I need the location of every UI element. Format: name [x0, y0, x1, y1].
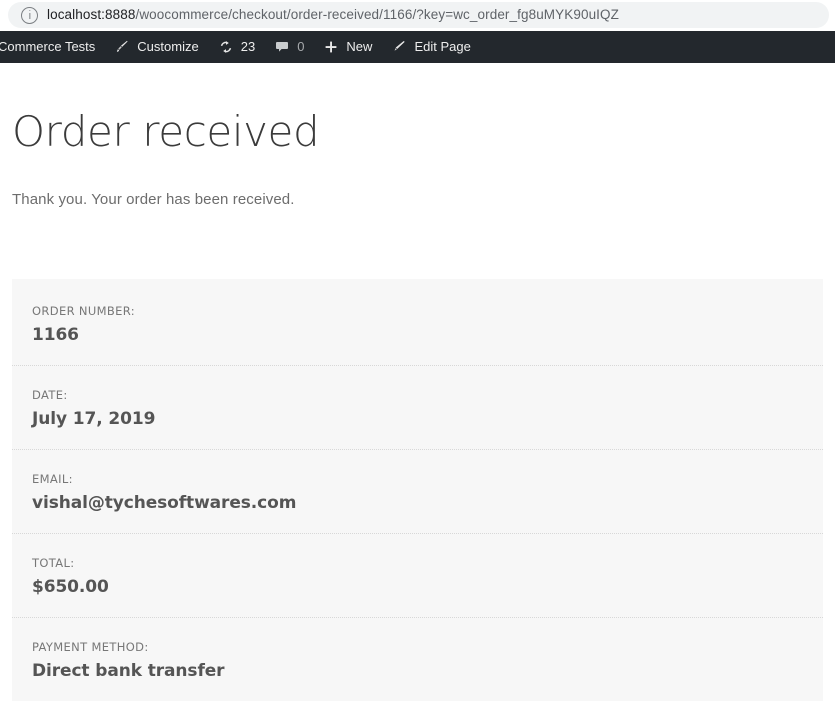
email-value: vishal@tychesoftwares.com — [32, 493, 297, 513]
comments-count: 0 — [297, 39, 305, 54]
order-row-order-number: ORDER NUMBER: 1166 — [12, 279, 823, 365]
order-number-value: 1166 — [32, 325, 79, 345]
total-value: $650.00 — [32, 577, 109, 597]
receipt-zigzag-edge — [12, 269, 823, 279]
thank-you-message: Thank you. Your order has been received. — [12, 191, 295, 208]
url-host: localhost:8888 — [47, 7, 136, 22]
url-text: localhost:8888/woocommerce/checkout/orde… — [47, 2, 619, 28]
payment-method-label: PAYMENT METHOD: — [32, 640, 149, 654]
adminbar-site-name[interactable]: Commerce Tests — [0, 31, 104, 63]
pencil-icon — [390, 38, 408, 56]
paintbrush-icon — [113, 38, 131, 56]
comment-bubble-icon — [273, 38, 291, 56]
plus-icon — [322, 38, 340, 56]
email-label: EMAIL: — [32, 472, 73, 486]
order-row-payment-method: PAYMENT METHOD: Direct bank transfer — [12, 617, 823, 701]
order-row-email: EMAIL: vishal@tychesoftwares.com — [12, 449, 823, 533]
site-name-label: Commerce Tests — [0, 39, 96, 54]
total-label: TOTAL: — [32, 556, 75, 570]
url-path: /woocommerce/checkout/order-received/116… — [135, 7, 619, 22]
wordpress-admin-bar: Commerce Tests Customize 23 0 New Edit P… — [0, 31, 835, 63]
edit-page-label: Edit Page — [414, 39, 471, 54]
adminbar-new[interactable]: New — [313, 31, 381, 63]
date-value: July 17, 2019 — [32, 409, 156, 429]
page-title: Order received — [12, 107, 320, 156]
adminbar-customize[interactable]: Customize — [104, 31, 207, 63]
info-circle-icon[interactable] — [21, 6, 38, 24]
omnibox[interactable]: localhost:8888/woocommerce/checkout/orde… — [8, 2, 829, 28]
page-content: Order received Thank you. Your order has… — [0, 111, 835, 701]
order-overview-list: ORDER NUMBER: 1166 DATE: July 17, 2019 E… — [12, 279, 823, 701]
order-row-date: DATE: July 17, 2019 — [12, 365, 823, 449]
customize-label: Customize — [137, 39, 199, 54]
date-label: DATE: — [32, 388, 68, 402]
adminbar-comments[interactable]: 0 — [264, 31, 313, 63]
browser-url-bar: localhost:8888/woocommerce/checkout/orde… — [0, 0, 835, 31]
order-overview-panel: ORDER NUMBER: 1166 DATE: July 17, 2019 E… — [12, 269, 823, 701]
update-arrows-icon — [217, 38, 235, 56]
updates-count: 23 — [240, 39, 256, 54]
adminbar-edit-page[interactable]: Edit Page — [381, 31, 479, 63]
order-number-label: ORDER NUMBER: — [32, 304, 135, 318]
order-row-total: TOTAL: $650.00 — [12, 533, 823, 617]
payment-method-value: Direct bank transfer — [32, 661, 225, 681]
adminbar-updates[interactable]: 23 — [208, 31, 264, 63]
new-label: New — [346, 39, 373, 54]
